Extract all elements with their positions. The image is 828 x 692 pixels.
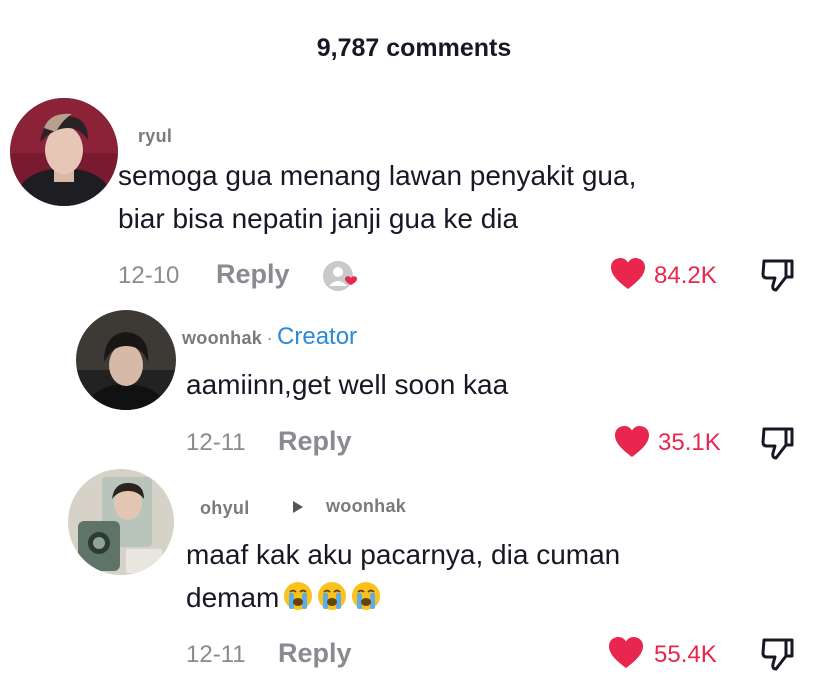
dislike-icon[interactable] <box>760 257 796 293</box>
avatar[interactable] <box>10 98 118 206</box>
like-heart-icon[interactable] <box>610 257 646 291</box>
avatar[interactable] <box>68 469 174 575</box>
comment-username[interactable]: ohyul <box>200 498 250 519</box>
loudly-crying-face-icon <box>283 580 313 610</box>
comment-username[interactable]: ryul <box>138 126 172 147</box>
creator-badge: Creator <box>277 323 358 350</box>
comment-item: ryul semoga gua menang lawan penyakit gu… <box>0 90 828 300</box>
reply-arrow-icon <box>292 499 304 515</box>
comment-text-line: biar bisa nepatin janji gua ke dia <box>118 203 519 234</box>
like-count: 55.4K <box>654 641 717 668</box>
comment-date: 12-11 <box>186 429 246 456</box>
comment-text-line: maaf kak aku pacarnya, dia cuman <box>186 539 621 570</box>
comment-text-line: semoga gua menang lawan penyakit gua, <box>118 160 637 191</box>
loudly-crying-face-icon <box>351 580 381 610</box>
comment-date: 12-11 <box>186 641 246 668</box>
reply-comment-item: woonhak · Creator aamiinn,get well soon … <box>0 305 828 470</box>
comment-username[interactable]: woonhak <box>182 328 262 348</box>
avatar[interactable] <box>76 310 176 410</box>
reply-to-username[interactable]: woonhak <box>326 496 406 517</box>
comment-text-line-with-emoji: demam <box>186 576 381 619</box>
like-count: 84.2K <box>654 262 717 289</box>
loudly-crying-face-icon <box>317 580 347 610</box>
like-count: 35.1K <box>658 429 721 456</box>
creator-liked-icon <box>320 258 360 294</box>
reply-button[interactable]: Reply <box>278 638 352 669</box>
like-heart-icon[interactable] <box>614 425 650 459</box>
comment-header: woonhak · Creator <box>182 323 357 351</box>
reply-comment-item: ohyul woonhak maaf kak aku pacarnya, dia… <box>0 465 828 692</box>
separator-dot: · <box>266 328 273 348</box>
comment-count-title: 9,787 comments <box>316 34 512 62</box>
comment-text-line: aamiinn,get well soon kaa <box>186 369 509 400</box>
dislike-icon[interactable] <box>760 425 796 461</box>
reply-button[interactable]: Reply <box>216 259 290 290</box>
comment-text-word: demam <box>186 582 280 613</box>
dislike-icon[interactable] <box>760 636 796 672</box>
reply-button[interactable]: Reply <box>278 426 352 457</box>
like-heart-icon[interactable] <box>608 636 644 670</box>
comment-date: 12-10 <box>118 262 180 289</box>
